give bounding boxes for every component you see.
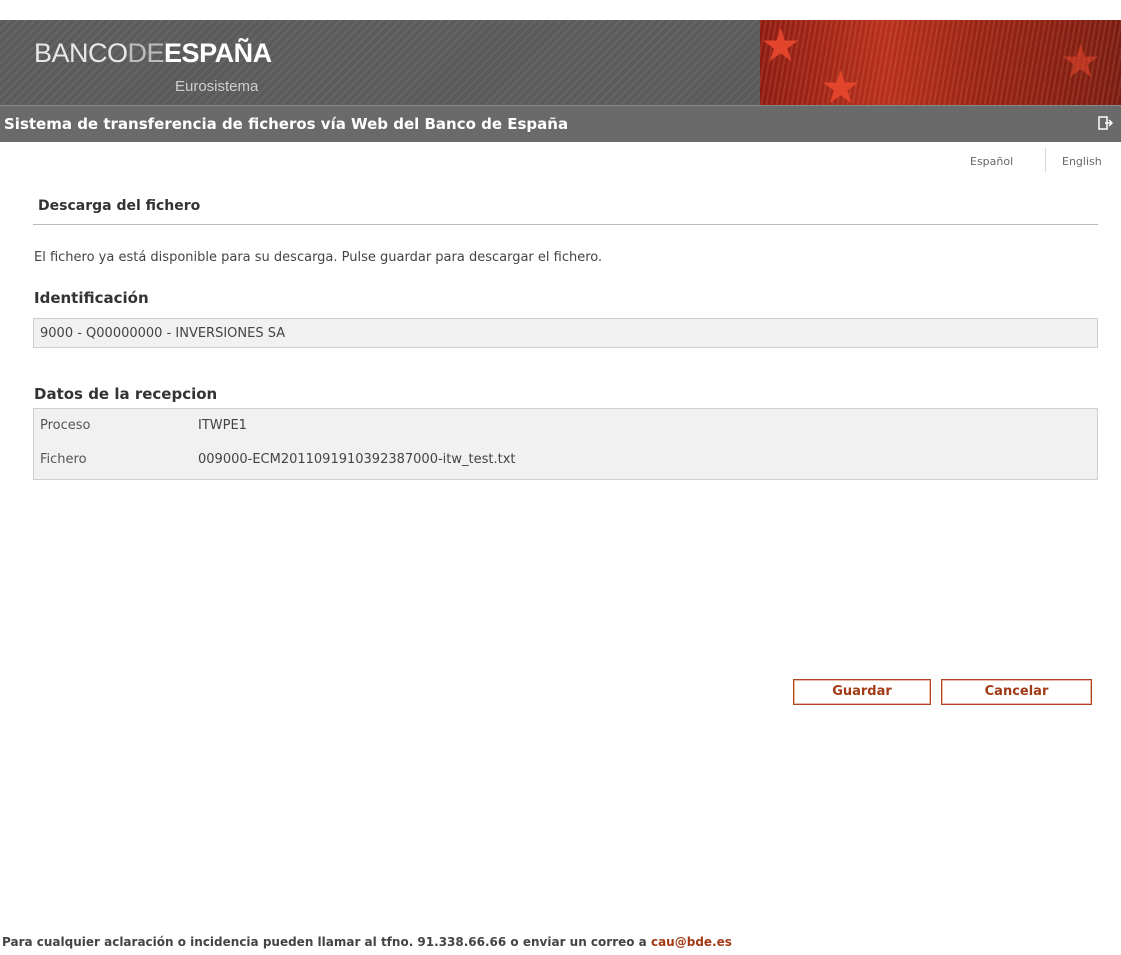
banner-flag-image: ★ ★ ★ [760,20,1121,105]
star-icon: ★ [760,20,802,72]
logout-icon[interactable] [1097,115,1113,131]
star-icon: ★ [1060,34,1102,88]
identificacion-heading: Identificación [34,289,149,307]
recepcion-panel: Proceso ITWPE1 Fichero 009000-ECM2011091… [33,408,1098,480]
star-icon: ★ [820,60,862,105]
eurosistema-label: Eurosistema [175,78,259,95]
page-title: Descarga del fichero [38,198,201,214]
identificacion-field: 9000 - Q00000000 - INVERSIONES SA [33,318,1098,348]
row-value: 009000-ECM2011091910392387000-itw_test.t… [198,452,516,467]
row-value: ITWPE1 [198,418,247,433]
info-message: El fichero ya está disponible para su de… [34,250,603,265]
support-email-link[interactable]: cau@bde.es [651,935,732,949]
row-label: Proceso [40,418,91,433]
app-title-bar: Sistema de transferencia de ficheros vía… [0,105,1121,142]
recepcion-row-proceso: Proceso ITWPE1 [34,418,1097,440]
footer-contact: Para cualquier aclaración o incidencia p… [2,935,732,949]
banco-de-espana-logo: BANCODEESPAÑA [34,38,272,68]
guardar-button[interactable]: Guardar [793,679,931,705]
recepcion-row-fichero: Fichero 009000-ECM2011091910392387000-it… [34,452,1097,474]
recepcion-heading: Datos de la recepcion [34,385,218,403]
language-divider [1045,148,1046,172]
language-spanish-link[interactable]: Español [970,155,1013,168]
title-divider [33,224,1098,225]
cancelar-button[interactable]: Cancelar [941,679,1092,705]
language-english-link[interactable]: English [1062,155,1102,168]
row-label: Fichero [40,452,87,467]
app-title: Sistema de transferencia de ficheros vía… [4,115,569,133]
header-banner: ★ ★ ★ BANCODEESPAÑA Eurosistema [0,20,1121,105]
identificacion-value: 9000 - Q00000000 - INVERSIONES SA [40,326,286,341]
